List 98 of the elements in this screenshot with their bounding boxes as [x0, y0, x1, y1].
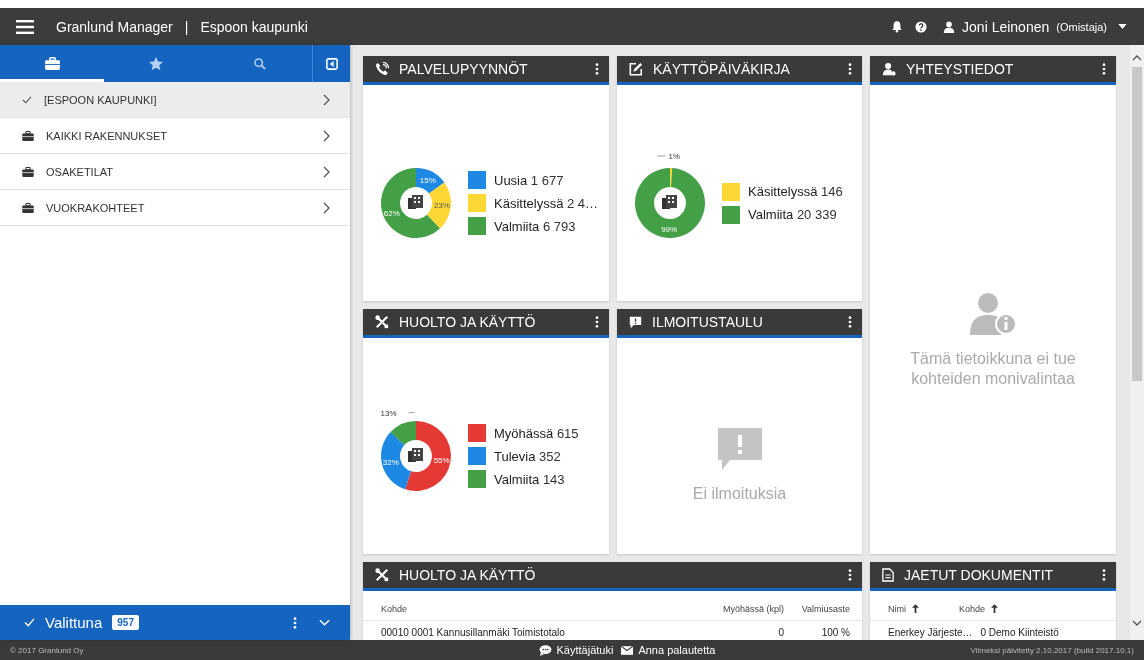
- empty-message: Tämä tietoikkuna ei tue kohteiden monivalintaa: [909, 349, 1077, 388]
- user-menu[interactable]: Joni Leinonen (Omistaja): [943, 18, 1127, 35]
- check-icon: [22, 95, 32, 104]
- help-icon[interactable]: [915, 20, 928, 33]
- app-name[interactable]: Granlund Manager: [56, 18, 173, 35]
- menu-icon[interactable]: [16, 19, 34, 34]
- caret-icon: [1118, 24, 1127, 29]
- more-icon[interactable]: [1102, 569, 1106, 581]
- chevron-down-icon[interactable]: [319, 619, 330, 626]
- tools-icon: [375, 315, 389, 329]
- more-icon[interactable]: [293, 616, 297, 629]
- message-icon: [717, 428, 762, 471]
- scrollbar[interactable]: [1130, 45, 1144, 640]
- chevron-right-icon: [323, 201, 330, 214]
- data-label: 32%: [382, 458, 399, 468]
- briefcase-icon: [22, 202, 34, 213]
- last-updated-text: Viimeksi päivitetty 2.10.2017 (build 2017.10.1): [969, 645, 1134, 655]
- user-role: (Omistaja): [1056, 20, 1107, 33]
- table-cell-text: 00010 0001 Kannusillanmäki Toimistotalo: [381, 626, 566, 638]
- collapse-icon: [325, 57, 338, 70]
- building-icon: [408, 195, 423, 209]
- column-header[interactable]: Nimi: [888, 603, 906, 614]
- selection-label: Valittuna: [45, 614, 103, 631]
- data-label: 1%: [668, 153, 680, 161]
- legend-label: Käsittelyssä 146: [748, 184, 843, 199]
- legend-label: Valmiita 143: [494, 471, 565, 487]
- envelope-icon: [621, 645, 634, 655]
- card-title: KÄYTTÖPÄIVÄKIRJA: [653, 61, 791, 77]
- more-icon[interactable]: [595, 63, 599, 75]
- data-label: 99%: [661, 225, 678, 234]
- sidebar-item[interactable]: [ESPOON KAUPUNKI]: [0, 82, 350, 118]
- search-icon: [254, 57, 266, 70]
- more-icon[interactable]: [1102, 63, 1106, 75]
- edit-icon: [629, 62, 643, 76]
- message-icon: [629, 315, 642, 329]
- building-icon: [408, 448, 423, 462]
- data-label: 62%: [383, 208, 400, 218]
- scroll-thumb[interactable]: [1132, 67, 1142, 381]
- chevron-right-icon: [323, 165, 330, 178]
- legend-label: Uusia 1 677: [494, 172, 564, 188]
- legend-label: Myöhässä 615: [494, 425, 579, 441]
- sidebar-item[interactable]: OSAKETILAT: [0, 154, 350, 190]
- card-title: HUOLTO JA KÄYTTÖ: [399, 314, 537, 330]
- legend-label: Käsittelyssä 2 4…: [494, 195, 599, 211]
- empty-message: Ei ilmoituksia: [692, 484, 787, 504]
- title-separator: |: [184, 18, 189, 35]
- person-icon: [882, 62, 896, 76]
- column-header[interactable]: Myöhässä (kpl): [708, 603, 784, 614]
- column-header[interactable]: Kohde: [381, 603, 708, 614]
- chevron-right-icon: [323, 129, 330, 142]
- phone-icon: [375, 62, 389, 76]
- briefcase-icon: [44, 57, 60, 70]
- footer-link[interactable]: Anna palautetta: [621, 644, 716, 656]
- building-icon: [662, 195, 677, 209]
- briefcase-icon: [22, 166, 34, 177]
- leader-line: [408, 412, 415, 413]
- data-label: 55%: [433, 456, 450, 466]
- card-title: JAETUT DOKUMENTIT: [904, 567, 1055, 583]
- sidebar-item[interactable]: KAIKKI RAKENNUKSET: [0, 118, 350, 154]
- column-header[interactable]: Kohde: [959, 603, 986, 614]
- leader-line: [657, 155, 666, 157]
- scroll-down-icon[interactable]: [1132, 620, 1142, 626]
- table-cell-text: 0: [777, 626, 784, 638]
- table-cell: Enerkey Järjeste…: [888, 626, 973, 638]
- tools-icon: [375, 568, 389, 582]
- legend-label: Tulevia 352: [494, 448, 561, 464]
- card-title: HUOLTO JA KÄYTTÖ: [399, 567, 537, 583]
- briefcase-icon: [22, 130, 34, 141]
- table-cell-text: 0 Demo Kiinteistö: [980, 626, 1060, 638]
- star-icon: [149, 57, 163, 70]
- more-icon[interactable]: [595, 316, 599, 328]
- legend-label: Valmiita 6 793: [494, 218, 576, 234]
- chevron-right-icon: [323, 93, 330, 106]
- column-header[interactable]: Valmiusaste: [784, 603, 850, 614]
- more-icon[interactable]: [848, 569, 852, 581]
- organization-name: Espoon kaupunki: [200, 18, 308, 35]
- footer-link[interactable]: Käyttäjätuki: [538, 644, 614, 656]
- user-name: Joni Leinonen: [962, 18, 1050, 35]
- copyright-text: © 2017 Granlund Oy: [10, 645, 85, 655]
- more-icon[interactable]: [848, 316, 852, 328]
- data-label: 15%: [419, 175, 436, 185]
- data-label: 23%: [433, 201, 450, 211]
- table-cell-text: 100 %: [820, 626, 850, 638]
- document-icon: [882, 568, 894, 582]
- user-icon: [943, 20, 956, 33]
- data-label: 13%: [380, 408, 397, 418]
- card-title: PALVELUPYYNNÖT: [399, 61, 529, 77]
- more-icon[interactable]: [848, 63, 852, 75]
- chat-icon: [538, 644, 552, 656]
- check-icon: [24, 618, 35, 627]
- count-badge: 957: [112, 615, 139, 630]
- sidebar-item[interactable]: VUOKRAKOHTEET: [0, 190, 350, 226]
- contact-info-icon: [968, 291, 1018, 336]
- card-title: YHTEYSTIEDOT: [906, 61, 1015, 77]
- bell-icon[interactable]: [891, 20, 904, 33]
- scroll-up-icon[interactable]: [1132, 55, 1142, 61]
- card-title: ILMOITUSTAULU: [652, 314, 764, 330]
- legend-label: Valmiita 20 339: [748, 207, 837, 222]
